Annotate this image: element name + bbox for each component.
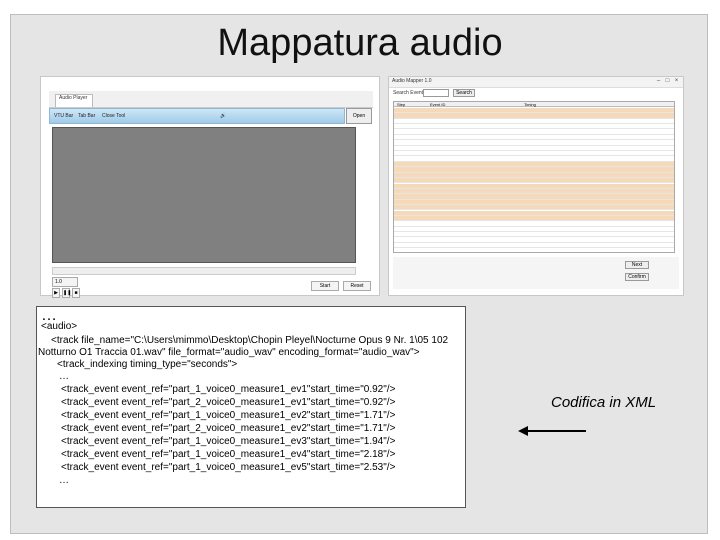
stop-icon[interactable]: ■ <box>72 288 80 298</box>
search-label: Search Event <box>393 90 424 96</box>
xml-code-box: … <audio> <track file_name="C:\Users\mim… <box>36 306 466 508</box>
search-input[interactable] <box>423 89 449 97</box>
window-titlebar: Audio Mapper 1.0 – □ × <box>389 77 683 88</box>
play-icon[interactable]: ▶ <box>52 288 60 298</box>
maximize-icon[interactable]: □ <box>664 78 671 85</box>
window-title: Audio Mapper 1.0 <box>392 78 432 84</box>
speed-field[interactable]: 1.0 <box>52 277 78 287</box>
search-bar: Search Event Search <box>393 89 679 98</box>
confirm-button[interactable]: Confirm <box>625 273 649 281</box>
search-button[interactable]: Search <box>453 89 475 97</box>
event-table: Step Event ID Timing <box>393 101 675 253</box>
code-line: <track_event event_ref="part_1_voice0_me… <box>61 462 396 473</box>
audio-player-screenshot: Audio Player VTU Bar Tab Bar Close Tool … <box>40 76 380 298</box>
column-header: Event ID <box>430 102 446 107</box>
code-line: … <box>59 371 69 382</box>
left-arrow-icon <box>518 426 586 436</box>
xml-encoding-label: Codifica in XML <box>551 394 657 411</box>
column-header: Timing <box>524 102 536 107</box>
open-button[interactable]: Open <box>346 108 372 124</box>
column-header: Step <box>397 102 406 107</box>
code-line: <track_event event_ref="part_1_voice0_me… <box>61 410 396 421</box>
tab-audio-player[interactable]: Audio Player <box>55 94 93 107</box>
audio-mapper-screenshot: Audio Mapper 1.0 – □ × Search Event Sear… <box>388 76 684 296</box>
player-toolbar: VTU Bar Tab Bar Close Tool 🔊 <box>49 108 345 124</box>
code-line: <track_event event_ref="part_1_voice0_me… <box>61 436 396 447</box>
code-line: <track_event event_ref="part_1_voice0_me… <box>61 449 396 460</box>
code-line: <track_event event_ref="part_2_voice0_me… <box>61 423 396 434</box>
next-button[interactable]: Next <box>625 261 649 269</box>
code-line: <track_event event_ref="part_1_voice0_me… <box>61 384 396 395</box>
tab-strip: Audio Player <box>49 91 373 108</box>
table-header: Step Event ID Timing <box>394 102 674 108</box>
code-line: <track_indexing timing_type="seconds"> <box>57 359 238 370</box>
table-row[interactable] <box>394 248 674 252</box>
video-area <box>52 127 356 263</box>
minimize-icon[interactable]: – <box>655 78 662 85</box>
toolbar-item[interactable]: VTU Bar <box>54 113 73 119</box>
pause-icon[interactable]: ❚❚ <box>62 288 71 298</box>
seek-bar[interactable] <box>52 267 356 275</box>
slide-title: Mappatura audio <box>217 22 503 64</box>
mapper-bottom-panel: Next Confirm <box>393 257 679 289</box>
code-line: <track_event event_ref="part_2_voice0_me… <box>61 397 396 408</box>
toolbar-item[interactable]: Tab Bar <box>78 113 95 119</box>
start-button[interactable]: Start <box>311 281 339 291</box>
code-line: <audio> <box>41 321 78 332</box>
toolbar-item[interactable]: Close Tool <box>102 113 125 119</box>
code-line: <track file_name="C:\Users\mimmo\Desktop… <box>51 335 449 346</box>
reset-button[interactable]: Reset <box>343 281 371 291</box>
code-line: … <box>59 475 69 486</box>
code-line: Notturno O1 Traccia 01.wav" file_format=… <box>38 347 420 358</box>
volume-icon[interactable]: 🔊 <box>220 113 226 119</box>
close-icon[interactable]: × <box>673 78 680 85</box>
